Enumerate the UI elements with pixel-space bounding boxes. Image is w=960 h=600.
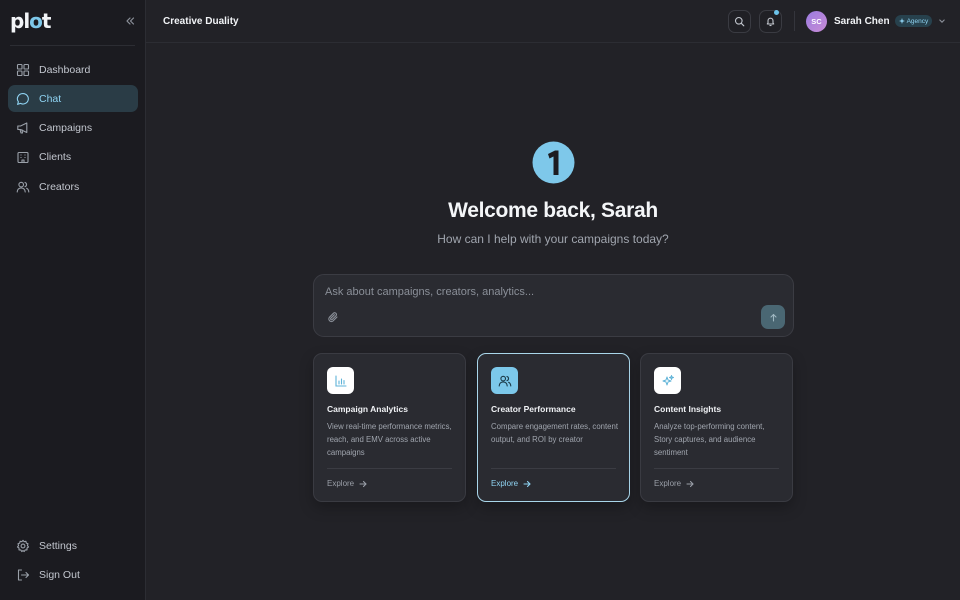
- role-badge-label: Agency: [906, 17, 929, 25]
- megaphone-icon: [16, 121, 30, 135]
- logo-text-o: o: [29, 9, 43, 33]
- explore-label: Explore: [327, 479, 355, 488]
- arrow-right-icon: [359, 480, 367, 488]
- card-divider: [327, 468, 452, 469]
- notification-dot: [774, 10, 779, 15]
- sidebar-item-label: Sign Out: [39, 568, 80, 581]
- card-description: View real-time performance metrics, reac…: [327, 422, 452, 457]
- sidebar: pl o t Dashboard Chat Campaigns Clients …: [0, 0, 146, 600]
- sidebar-nav: Dashboard Chat Campaigns Clients Creator…: [8, 56, 138, 202]
- sidebar-item-clients[interactable]: Clients: [8, 144, 138, 171]
- building-icon: [16, 150, 30, 164]
- collapse-sidebar-button[interactable]: [122, 13, 138, 29]
- logo-text-b: t: [41, 9, 52, 33]
- arrow-right-icon: [523, 480, 531, 488]
- sparkle-icon: [662, 374, 674, 385]
- brand-mark-icon: [532, 141, 575, 184]
- sidebar-item-sign-out[interactable]: Sign Out: [8, 561, 138, 588]
- card-divider: [491, 468, 616, 469]
- sidebar-item-settings[interactable]: Settings: [8, 532, 138, 559]
- card-title: Campaign Analytics: [327, 404, 408, 414]
- card-explore-link[interactable]: Explore: [327, 479, 367, 488]
- explore-label: Explore: [491, 479, 519, 488]
- card-icon-box: [327, 367, 354, 394]
- sidebar-item-label: Creators: [39, 180, 80, 193]
- bell-icon: [766, 17, 775, 27]
- avatar: SC: [806, 10, 827, 32]
- card-description: Analyze top-performing content, Story ca…: [654, 422, 765, 457]
- send-button[interactable]: [761, 305, 785, 329]
- sign-out-icon: [16, 568, 30, 582]
- arrow-up-icon: [769, 313, 777, 322]
- sidebar-item-label: Dashboard: [39, 63, 91, 76]
- card-explore-link[interactable]: Explore: [654, 479, 694, 488]
- sidebar-divider: [10, 45, 135, 46]
- card-title: Content Insights: [654, 404, 722, 414]
- chat-bubble-icon: [16, 92, 30, 106]
- role-badge: Agency: [894, 15, 933, 27]
- grid-icon: [16, 63, 30, 77]
- welcome-subtitle: How can I help with your campaigns today…: [437, 232, 669, 246]
- sparkle-icon: [898, 18, 905, 24]
- sidebar-item-chat[interactable]: Chat: [8, 85, 138, 113]
- card-icon-box: [654, 367, 681, 394]
- card-explore-link[interactable]: Explore: [491, 479, 531, 488]
- double-chevron-left-icon: [126, 17, 135, 25]
- explore-label: Explore: [654, 479, 682, 488]
- chat-composer: [313, 274, 794, 337]
- card-content-insights[interactable]: Content Insights Analyze top-performing …: [640, 353, 793, 502]
- card-title: Creator Performance: [491, 404, 576, 414]
- paperclip-icon[interactable]: [327, 311, 340, 324]
- arrow-right-icon: [686, 480, 694, 488]
- sidebar-item-label: Chat: [39, 92, 62, 105]
- sidebar-item-campaigns[interactable]: Campaigns: [8, 115, 138, 142]
- users-icon: [16, 180, 30, 194]
- user-name: Sarah Chen: [834, 15, 890, 27]
- card-creator-performance[interactable]: Creator Performance Compare engagement r…: [477, 353, 630, 502]
- card-icon-box: [491, 367, 518, 394]
- sidebar-item-label: Campaigns: [39, 122, 93, 135]
- chevron-down-icon: [938, 17, 946, 25]
- sidebar-item-label: Settings: [39, 539, 77, 552]
- notifications-button[interactable]: [759, 10, 782, 33]
- welcome-heading: Welcome back, Sarah: [448, 199, 658, 222]
- card-campaign-analytics[interactable]: Campaign Analytics View real-time perfor…: [313, 353, 466, 502]
- users-icon: [498, 375, 511, 387]
- workspace-title: Creative Duality: [163, 16, 239, 27]
- search-button[interactable]: [728, 10, 751, 33]
- logo-text-a: pl: [10, 9, 30, 33]
- user-menu[interactable]: SC Sarah Chen Agency: [806, 10, 946, 32]
- gear-icon: [16, 539, 30, 553]
- search-icon: [734, 16, 745, 27]
- sidebar-item-creators[interactable]: Creators: [8, 173, 138, 200]
- brand-logo[interactable]: pl o t: [10, 9, 52, 33]
- chat-input[interactable]: [325, 284, 765, 300]
- top-header: Creative Duality SC Sarah Chen Agency: [146, 0, 960, 43]
- card-divider: [654, 468, 779, 469]
- sidebar-item-label: Clients: [39, 151, 72, 164]
- sidebar-bottom-nav: Settings Sign Out: [8, 532, 138, 591]
- header-divider: [794, 11, 795, 31]
- card-description: Compare engagement rates, content output…: [491, 422, 618, 444]
- sidebar-item-dashboard[interactable]: Dashboard: [8, 56, 138, 83]
- bar-chart-icon: [334, 374, 347, 387]
